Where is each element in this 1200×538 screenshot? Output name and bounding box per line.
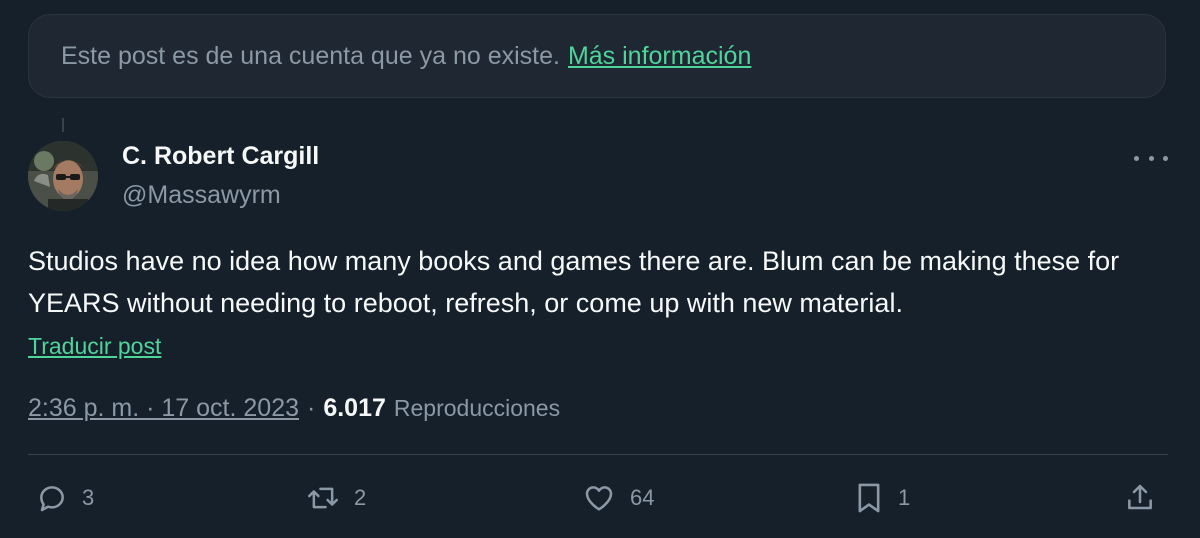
deleted-account-notice: Este post es de una cuenta que ya no exi… — [28, 14, 1166, 98]
more-dot — [1148, 155, 1154, 161]
author-name[interactable]: C. Robert Cargill — [122, 142, 319, 171]
more-info-link[interactable]: Más información — [568, 42, 751, 71]
reply-button[interactable]: 3 — [36, 480, 94, 516]
avatar-image — [28, 141, 98, 211]
reply-icon — [40, 486, 64, 512]
translate-post-link[interactable]: Traducir post — [28, 333, 161, 360]
share-icon — [1128, 484, 1152, 510]
heart-icon — [585, 486, 613, 511]
share-button[interactable] — [1124, 480, 1156, 516]
like-count: 64 — [630, 485, 655, 510]
avatar[interactable] — [28, 141, 98, 211]
notice-text: Este post es de una cuenta que ya no exi… — [61, 41, 560, 70]
divider — [28, 454, 1168, 455]
author-handle[interactable]: @Massawyrm — [122, 181, 281, 210]
post-text: Studios have no idea how many books and … — [28, 246, 1120, 318]
meta-separator: · — [307, 394, 316, 422]
more-dot — [1134, 155, 1139, 161]
post-timestamp[interactable]: 2:36 p. m. · 17 oct. 2023 — [28, 394, 299, 423]
like-button[interactable]: 64 — [582, 480, 654, 516]
thread-connector — [62, 118, 64, 132]
view-count: 6.017 — [323, 394, 386, 422]
post-meta: 2:36 p. m. · 17 oct. 2023 · 6.017 Reprod… — [28, 394, 560, 423]
more-dot — [1163, 155, 1168, 161]
reply-count: 3 — [82, 485, 95, 510]
more-icon[interactable] — [1134, 146, 1168, 170]
repost-count: 2 — [354, 485, 367, 510]
bookmark-icon — [858, 483, 880, 513]
repost-button[interactable]: 2 — [306, 480, 366, 516]
bookmark-button[interactable]: 1 — [854, 480, 910, 516]
bookmark-count: 1 — [898, 485, 911, 510]
repost-icon — [308, 487, 338, 509]
views-label: Reproducciones — [393, 395, 561, 421]
